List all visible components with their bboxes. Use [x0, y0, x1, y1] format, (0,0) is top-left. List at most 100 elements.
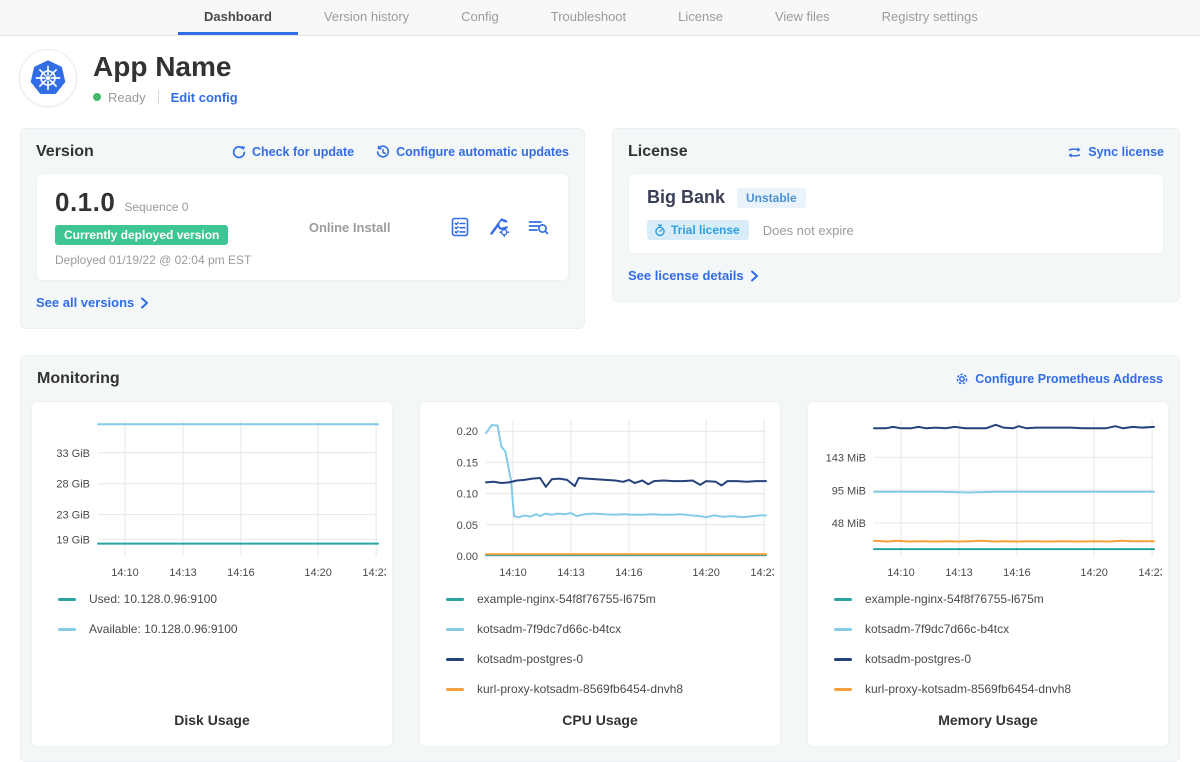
chart-title: Disk Usage: [32, 712, 392, 746]
legend-item: example-nginx-54f8f76755-l675m: [834, 592, 1168, 606]
legend-label: example-nginx-54f8f76755-l675m: [477, 592, 656, 606]
monitoring-title: Monitoring: [37, 370, 120, 388]
legend-item: kotsadm-7f9dc7d66c-b4tcx: [834, 622, 1168, 636]
legend-dash: [834, 658, 852, 661]
configure-prometheus-button[interactable]: Configure Prometheus Address: [955, 372, 1163, 386]
trial-license-badge: Trial license: [647, 220, 749, 240]
sync-license-button[interactable]: Sync license: [1067, 145, 1164, 159]
svg-text:48 MiB: 48 MiB: [832, 518, 866, 530]
license-app-name: Big Bank: [647, 187, 725, 208]
svg-text:0.20: 0.20: [457, 426, 478, 438]
legend-item: kotsadm-7f9dc7d66c-b4tcx: [446, 622, 780, 636]
app-status: Ready: [108, 90, 146, 105]
legend-label: kurl-proxy-kotsadm-8569fb6454-dnvh8: [865, 682, 1071, 696]
svg-text:14:16: 14:16: [1003, 567, 1031, 579]
preflight-checks-icon[interactable]: [448, 215, 472, 239]
schedule-update-icon: [376, 145, 390, 159]
chart-title: Memory Usage: [808, 712, 1168, 746]
legend-dash: [446, 598, 464, 601]
svg-text:14:13: 14:13: [557, 567, 585, 579]
page-title: App Name: [93, 51, 238, 83]
status-dot: [93, 93, 101, 101]
svg-text:14:10: 14:10: [111, 567, 139, 579]
legend-label: example-nginx-54f8f76755-l675m: [865, 592, 1044, 606]
svg-text:28 GiB: 28 GiB: [56, 479, 90, 491]
legend-item: Available: 10.128.0.96:9100: [58, 622, 392, 636]
legend-dash: [834, 598, 852, 601]
see-all-versions-link[interactable]: See all versions: [36, 295, 149, 310]
view-logs-icon[interactable]: [526, 215, 550, 239]
version-card: Version Check for update: [20, 128, 585, 329]
sync-icon: [1067, 146, 1082, 159]
version-card-title: Version: [36, 143, 94, 161]
legend-dash: [58, 598, 76, 601]
configure-automatic-updates-button[interactable]: Configure automatic updates: [376, 145, 569, 159]
svg-text:0.05: 0.05: [457, 520, 478, 532]
svg-text:19 GiB: 19 GiB: [56, 534, 90, 546]
cpu-usage-chart-card: 0.200.150.100.050.0014:1014:1314:1614:20…: [419, 401, 781, 747]
license-details-box: Big Bank Unstable Trial license Does not…: [628, 173, 1164, 254]
svg-text:14:23: 14:23: [362, 567, 386, 579]
legend-label: kotsadm-7f9dc7d66c-b4tcx: [865, 622, 1009, 636]
license-card-title: License: [628, 143, 688, 161]
cpu-usage-legend: example-nginx-54f8f76755-l675m kotsadm-7f…: [420, 592, 780, 712]
svg-text:14:20: 14:20: [304, 567, 332, 579]
svg-text:14:10: 14:10: [499, 567, 527, 579]
memory-usage-chart-card: 143 MiB95 MiB48 MiB14:1014:1314:1614:201…: [807, 401, 1169, 747]
memory-usage-chart: 143 MiB95 MiB48 MiB14:1014:1314:1614:201…: [814, 412, 1162, 584]
tab-dashboard[interactable]: Dashboard: [178, 0, 298, 35]
legend-dash: [446, 688, 464, 691]
svg-text:14:20: 14:20: [1080, 567, 1108, 579]
svg-text:14:16: 14:16: [615, 567, 643, 579]
install-type-label: Online Install: [309, 220, 391, 235]
gear-icon: [955, 372, 969, 386]
chevron-right-icon: [750, 270, 759, 282]
svg-text:14:16: 14:16: [227, 567, 255, 579]
legend-item: example-nginx-54f8f76755-l675m: [446, 592, 780, 606]
kubernetes-icon: [25, 55, 71, 101]
legend-dash: [58, 628, 76, 631]
legend-label: kotsadm-postgres-0: [477, 652, 583, 666]
tab-version-history[interactable]: Version history: [298, 0, 435, 35]
check-for-update-button[interactable]: Check for update: [232, 145, 354, 159]
svg-text:0.15: 0.15: [457, 457, 478, 469]
deployed-version-badge: Currently deployed version: [55, 225, 228, 245]
see-license-details-link[interactable]: See license details: [628, 268, 759, 283]
svg-text:14:13: 14:13: [169, 567, 197, 579]
edit-config-link[interactable]: Edit config: [171, 90, 238, 105]
stopwatch-icon: [654, 224, 666, 237]
legend-item: kotsadm-postgres-0: [834, 652, 1168, 666]
legend-item: Used: 10.128.0.96:9100: [58, 592, 392, 606]
disk-usage-chart-card: 33 GiB28 GiB23 GiB19 GiB14:1014:1314:161…: [31, 401, 393, 747]
tab-registry-settings[interactable]: Registry settings: [856, 0, 1004, 35]
legend-dash: [446, 628, 464, 631]
memory-usage-legend: example-nginx-54f8f76755-l675m kotsadm-7f…: [808, 592, 1168, 712]
version-number: 0.1.0: [55, 187, 115, 218]
license-expiry: Does not expire: [763, 223, 854, 238]
legend-item: kurl-proxy-kotsadm-8569fb6454-dnvh8: [834, 682, 1168, 696]
legend-dash: [834, 628, 852, 631]
config-wrench-icon[interactable]: [487, 215, 511, 239]
legend-dash: [446, 658, 464, 661]
divider: [158, 90, 159, 104]
svg-text:14:10: 14:10: [887, 567, 915, 579]
legend-item: kotsadm-postgres-0: [446, 652, 780, 666]
disk-usage-legend: Used: 10.128.0.96:9100 Available: 10.128.…: [32, 592, 392, 652]
chevron-right-icon: [140, 297, 149, 309]
svg-text:143 MiB: 143 MiB: [826, 452, 866, 464]
tab-view-files[interactable]: View files: [749, 0, 856, 35]
channel-badge: Unstable: [737, 188, 806, 208]
svg-text:14:23: 14:23: [750, 567, 774, 579]
legend-label: kotsadm-postgres-0: [865, 652, 971, 666]
monitoring-card: Monitoring Configure Prometheus Address …: [20, 355, 1180, 762]
tab-license[interactable]: License: [652, 0, 749, 35]
legend-label: kotsadm-7f9dc7d66c-b4tcx: [477, 622, 621, 636]
tab-troubleshoot[interactable]: Troubleshoot: [525, 0, 652, 35]
legend-label: kurl-proxy-kotsadm-8569fb6454-dnvh8: [477, 682, 683, 696]
tab-config[interactable]: Config: [435, 0, 525, 35]
deployed-version-box: 0.1.0 Sequence 0 Currently deployed vers…: [36, 173, 569, 281]
refresh-icon: [232, 145, 246, 159]
legend-label: Used: 10.128.0.96:9100: [89, 592, 217, 606]
legend-item: kurl-proxy-kotsadm-8569fb6454-dnvh8: [446, 682, 780, 696]
top-nav: Dashboard Version history Config Trouble…: [0, 0, 1200, 36]
